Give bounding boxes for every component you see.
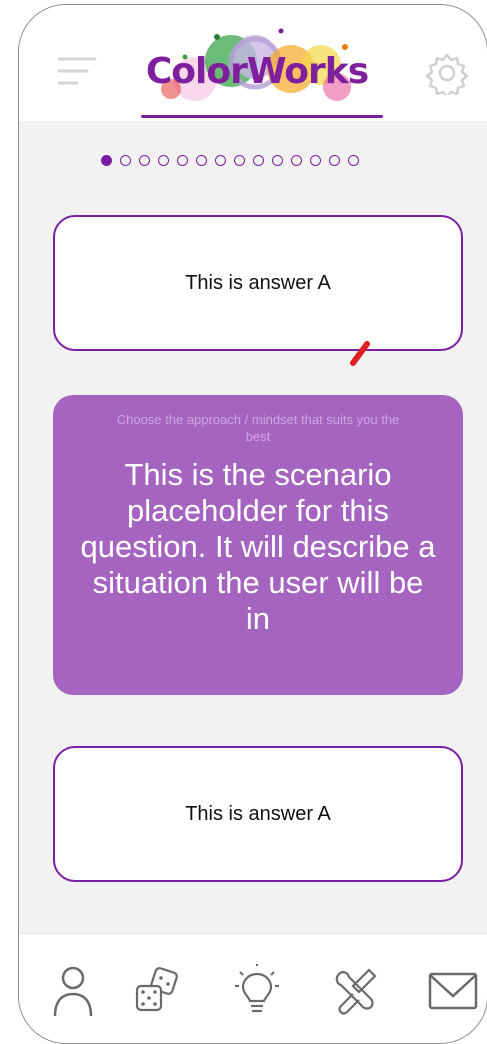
mail-icon[interactable]	[427, 964, 479, 1018]
progress-dot	[215, 154, 226, 166]
progress-dot	[348, 154, 359, 166]
answer-label: This is answer A	[185, 802, 331, 825]
answer-option-bottom[interactable]: This is answer A	[53, 746, 463, 882]
progress-dot	[158, 154, 169, 166]
red-pen-mark	[350, 341, 370, 366]
progress-dot	[234, 154, 245, 166]
app-header: ColorWorks	[19, 5, 487, 121]
progress-dots	[101, 153, 359, 167]
progress-dot	[329, 154, 340, 166]
progress-dot	[120, 154, 131, 166]
progress-dot	[139, 154, 150, 166]
app-logo: ColorWorks	[131, 17, 383, 117]
answer-option-top[interactable]: This is answer A	[53, 215, 463, 351]
dice-icon[interactable]	[131, 964, 183, 1018]
progress-dot	[291, 154, 302, 166]
progress-dot	[177, 154, 188, 166]
logo-text: ColorWorks	[145, 51, 369, 92]
header-underline	[141, 115, 383, 118]
progress-dot-active	[101, 154, 112, 166]
scenario-hint: Choose the approach / mindset that suits…	[116, 412, 400, 444]
scenario-card: Choose the approach / mindset that suits…	[53, 395, 463, 695]
progress-dot	[272, 154, 283, 166]
lightbulb-icon[interactable]	[231, 964, 283, 1018]
profile-icon[interactable]	[47, 964, 99, 1018]
tools-icon[interactable]	[329, 964, 381, 1018]
phone-frame: ColorWorks This is answer A Choose the a…	[18, 4, 487, 1044]
bottom-nav	[19, 933, 487, 1043]
scenario-text: This is the scenario placeholder for thi…	[80, 457, 436, 636]
menu-icon[interactable]	[57, 53, 97, 89]
gear-icon[interactable]	[425, 51, 469, 99]
question-content: This is answer A Choose the approach / m…	[19, 121, 487, 933]
progress-dot	[310, 154, 321, 166]
progress-dot	[253, 154, 264, 166]
answer-label: This is answer A	[185, 271, 331, 294]
progress-dot	[196, 154, 207, 166]
